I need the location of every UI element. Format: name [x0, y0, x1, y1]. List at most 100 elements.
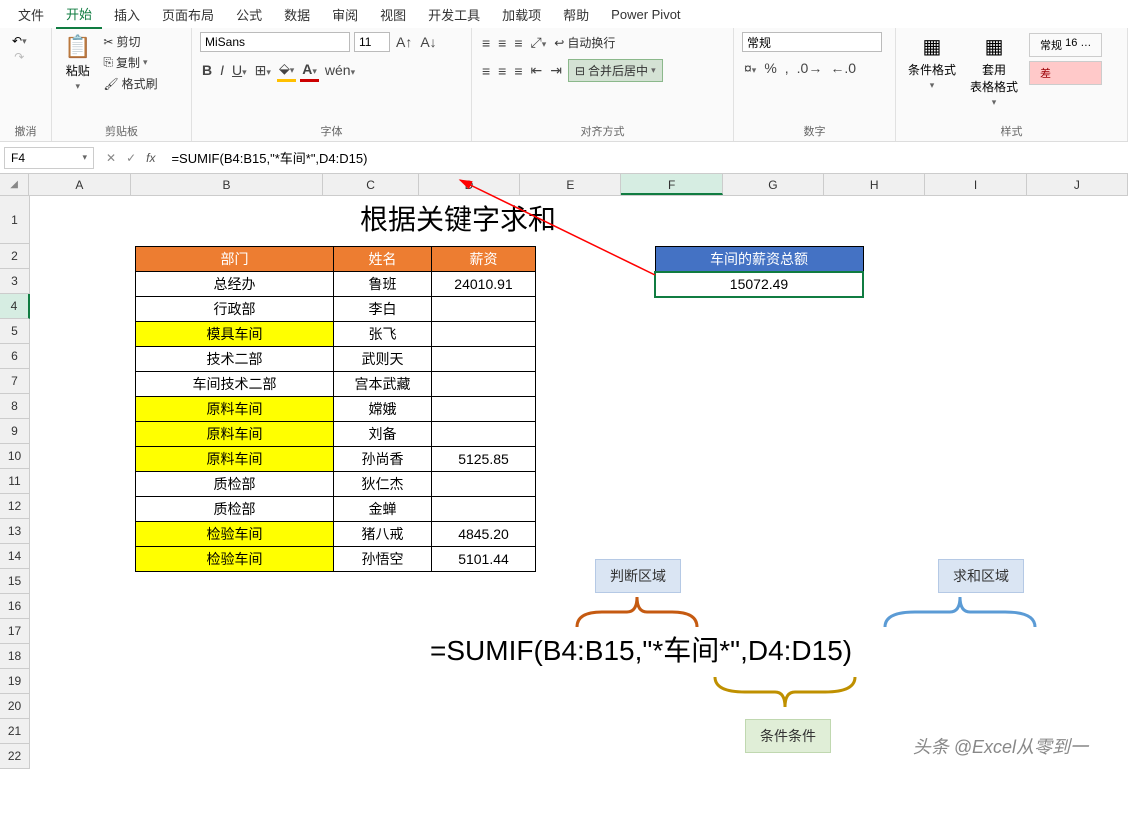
align-left-icon[interactable]: ≡	[480, 61, 492, 81]
cell-dept[interactable]: 总经办	[136, 272, 334, 297]
fill-color-icon[interactable]: ⬙▾	[277, 58, 296, 82]
result-cell[interactable]: 15072.49	[655, 272, 863, 297]
cell-salary[interactable]	[432, 472, 536, 497]
border-icon[interactable]: ⊞▾	[253, 60, 273, 81]
cell-salary[interactable]	[432, 497, 536, 522]
redo-icon[interactable]: ↷	[14, 50, 24, 64]
cell-name[interactable]: 李白	[334, 297, 432, 322]
row-header[interactable]: 9	[0, 419, 30, 444]
format-painter-button[interactable]: 🖌格式刷	[101, 74, 159, 93]
cancel-icon[interactable]: ✕	[102, 149, 120, 167]
cell-dept[interactable]: 质检部	[136, 472, 334, 497]
cell-salary[interactable]: 4845.20	[432, 522, 536, 547]
cell-salary[interactable]: 24010.91	[432, 272, 536, 297]
cell-dept[interactable]: 检验车间	[136, 522, 334, 547]
cell-name[interactable]: 鲁班	[334, 272, 432, 297]
row-header[interactable]: 18	[0, 644, 30, 669]
comma-icon[interactable]: ,	[783, 58, 791, 78]
phonetic-icon[interactable]: wén▾	[323, 60, 357, 80]
cell-dept[interactable]: 质检部	[136, 497, 334, 522]
cell-salary[interactable]: 5101.44	[432, 547, 536, 572]
col-header[interactable]: C	[323, 174, 418, 195]
table-format-button[interactable]: ▦ 套用 表格格式▾	[966, 32, 1022, 110]
col-header[interactable]: H	[824, 174, 925, 195]
italic-icon[interactable]: I	[218, 60, 226, 80]
name-box[interactable]: F4▾	[4, 147, 94, 169]
cell-salary[interactable]	[432, 397, 536, 422]
style-bad[interactable]: 差	[1029, 61, 1102, 85]
currency-icon[interactable]: ¤▾	[742, 58, 758, 78]
row-header[interactable]: 19	[0, 669, 30, 694]
cell-dept[interactable]: 原料车间	[136, 447, 334, 472]
cell-dept[interactable]: 行政部	[136, 297, 334, 322]
decrease-font-icon[interactable]: A↓	[418, 32, 438, 52]
percent-icon[interactable]: %	[762, 58, 778, 78]
undo-icon[interactable]: ↶▾	[12, 34, 27, 48]
col-header[interactable]: F	[621, 174, 722, 195]
row-header[interactable]: 3	[0, 269, 30, 294]
bold-icon[interactable]: B	[200, 60, 214, 80]
copy-button[interactable]: ⎘复制▾	[101, 53, 159, 72]
row-header[interactable]: 6	[0, 344, 30, 369]
align-center-icon[interactable]: ≡	[496, 61, 508, 81]
decrease-decimal-icon[interactable]: ←.0	[828, 58, 858, 78]
merge-cells-button[interactable]: ⊟合并后居中▾	[568, 59, 663, 82]
col-header[interactable]: E	[520, 174, 621, 195]
wrap-text-button[interactable]: ↩自动换行	[552, 33, 617, 52]
style-normal[interactable]: 常规 16 …	[1029, 33, 1102, 57]
row-header[interactable]: 10	[0, 444, 30, 469]
increase-indent-icon[interactable]: ⇥	[548, 60, 564, 81]
row-header[interactable]: 11	[0, 469, 30, 494]
cell-salary[interactable]	[432, 347, 536, 372]
align-top-icon[interactable]: ≡	[480, 33, 492, 53]
cell-name[interactable]: 宫本武藏	[334, 372, 432, 397]
row-header[interactable]: 16	[0, 594, 30, 619]
paste-button[interactable]: 📋 粘贴 ▾	[60, 32, 95, 94]
menu-view[interactable]: 视图	[370, 1, 416, 28]
cell-name[interactable]: 张飞	[334, 322, 432, 347]
cell-name[interactable]: 猪八戒	[334, 522, 432, 547]
row-header[interactable]: 22	[0, 744, 30, 769]
menu-layout[interactable]: 页面布局	[152, 1, 224, 28]
increase-font-icon[interactable]: A↑	[394, 32, 414, 52]
menu-insert[interactable]: 插入	[104, 1, 150, 28]
underline-icon[interactable]: U▾	[230, 60, 249, 80]
number-format-select[interactable]	[742, 32, 882, 52]
menu-home[interactable]: 开始	[56, 0, 102, 29]
row-header[interactable]: 1	[0, 196, 30, 244]
row-header[interactable]: 7	[0, 369, 30, 394]
row-header[interactable]: 5	[0, 319, 30, 344]
fx-icon[interactable]: fx	[142, 149, 159, 167]
row-header[interactable]: 4	[0, 294, 30, 319]
menu-data[interactable]: 数据	[274, 1, 320, 28]
align-middle-icon[interactable]: ≡	[496, 33, 508, 53]
decrease-indent-icon[interactable]: ⇤	[529, 60, 545, 81]
row-header[interactable]: 12	[0, 494, 30, 519]
cell-salary[interactable]: 5125.85	[432, 447, 536, 472]
row-header[interactable]: 14	[0, 544, 30, 569]
cell-dept[interactable]: 模具车间	[136, 322, 334, 347]
col-header[interactable]: J	[1027, 174, 1128, 195]
cell-name[interactable]: 刘备	[334, 422, 432, 447]
cell-dept[interactable]: 原料车间	[136, 397, 334, 422]
cell-name[interactable]: 孙悟空	[334, 547, 432, 572]
align-right-icon[interactable]: ≡	[512, 61, 524, 81]
cell-salary[interactable]	[432, 372, 536, 397]
menu-addins[interactable]: 加载项	[492, 1, 551, 28]
confirm-icon[interactable]: ✓	[122, 149, 140, 167]
menu-formulas[interactable]: 公式	[226, 1, 272, 28]
col-header[interactable]: B	[131, 174, 324, 195]
col-header[interactable]: D	[419, 174, 520, 195]
col-header[interactable]: I	[925, 174, 1026, 195]
cell-name[interactable]: 金蝉	[334, 497, 432, 522]
cell-dept[interactable]: 技术二部	[136, 347, 334, 372]
row-header[interactable]: 13	[0, 519, 30, 544]
increase-decimal-icon[interactable]: .0→	[795, 58, 825, 78]
col-header[interactable]: A	[29, 174, 130, 195]
menu-powerpivot[interactable]: Power Pivot	[601, 3, 690, 26]
menu-help[interactable]: 帮助	[553, 1, 599, 28]
row-header[interactable]: 2	[0, 244, 30, 269]
cell-name[interactable]: 嫦娥	[334, 397, 432, 422]
cell-salary[interactable]	[432, 297, 536, 322]
col-header[interactable]: G	[723, 174, 824, 195]
